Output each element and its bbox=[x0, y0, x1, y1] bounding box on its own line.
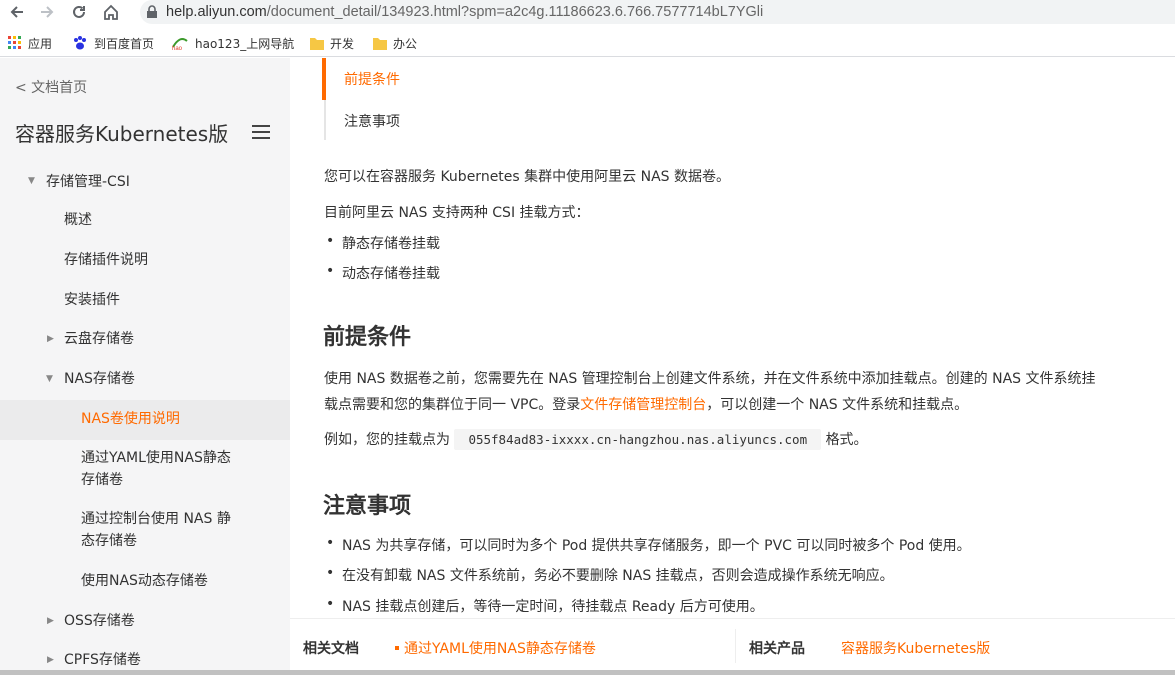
baidu-paw-icon bbox=[74, 36, 86, 50]
url-path: /document_detail/134923.html?spm=a2c4g.1… bbox=[266, 4, 764, 20]
sidebar-item-nas-usage[interactable]: NAS卷使用说明 bbox=[81, 408, 180, 430]
related-docs-label: 相关文档 bbox=[303, 641, 359, 657]
list-item-text: NAS 为共享存储，可以同时为多个 Pod 提供共享存储服务，即一个 PVC 可… bbox=[342, 538, 971, 554]
sidebar-item-label: 通过控制台使用 NAS 静 bbox=[81, 511, 231, 527]
list-item: 静态存储卷挂载 bbox=[326, 233, 440, 253]
sidebar-item-label: 通过YAML使用NAS静态 bbox=[81, 450, 231, 466]
sidebar-item-nas-dynamic[interactable]: 使用NAS动态存储卷 bbox=[81, 570, 208, 592]
list-item-text: 动态存储卷挂载 bbox=[342, 266, 440, 282]
intro-paragraph: 您可以在容器服务 Kubernetes 集群中使用阿里云 NAS 数据卷。 bbox=[324, 169, 730, 185]
folder-icon bbox=[310, 37, 324, 50]
back-button[interactable] bbox=[6, 1, 28, 23]
list-item: 动态存储卷挂载 bbox=[326, 263, 440, 283]
prereq-text: 载点需要和您的集群位于同一 VPC。登录 bbox=[324, 397, 581, 413]
bookmark-label: 到百度首页 bbox=[94, 36, 155, 51]
horizontal-scrollbar[interactable] bbox=[0, 670, 1175, 675]
hamburger-menu-icon[interactable] bbox=[252, 125, 270, 139]
chevron-right-icon[interactable]: ▶ bbox=[47, 655, 54, 665]
bookmark-label: 应用 bbox=[28, 36, 53, 51]
home-button[interactable] bbox=[100, 1, 122, 23]
chevron-down-icon[interactable]: ▼ bbox=[46, 374, 53, 384]
section-heading-notes: 注意事项 bbox=[323, 494, 412, 519]
related-footer: 相关文档 通过YAML使用NAS静态存储卷 相关产品 容器服务Kubernete… bbox=[290, 618, 1175, 670]
bookmark-hao123[interactable]: hao hao123_上网导航 bbox=[171, 33, 294, 53]
mount-point-code: 055f84ad83-ixxxx.cn-hangzhou.nas.aliyunc… bbox=[454, 429, 822, 450]
toc-item-prereq[interactable]: 前提条件 bbox=[344, 69, 400, 89]
arrow-left-icon bbox=[10, 6, 23, 18]
chevron-down-icon[interactable]: ▼ bbox=[28, 176, 35, 186]
chevron-right-icon[interactable]: ▶ bbox=[47, 334, 54, 344]
sidebar-title: 容器服务Kubernetes版 bbox=[15, 122, 229, 146]
forward-button[interactable] bbox=[36, 1, 58, 23]
sidebar-item-install-plugin[interactable]: 安装插件 bbox=[64, 289, 120, 311]
bookmark-label: hao123_上网导航 bbox=[195, 36, 295, 51]
url-text: help.aliyun.com/document_detail/134923.h… bbox=[166, 4, 763, 20]
reload-icon bbox=[73, 5, 85, 18]
url-host: help.aliyun.com bbox=[166, 4, 267, 20]
list-item-text: 在没有卸载 NAS 文件系统前，务必不要删除 NAS 挂载点，否则会造成操作系统… bbox=[342, 568, 894, 584]
bookmarks-bar: 应用 到百度首页 hao hao123_上网导航 开发 办公 bbox=[0, 30, 1175, 57]
list-item: NAS 为共享存储，可以同时为多个 Pod 提供共享存储服务，即一个 PVC 可… bbox=[326, 535, 971, 555]
bookmark-label: 开发 bbox=[330, 36, 355, 51]
svg-text:hao: hao bbox=[172, 46, 183, 51]
lock-icon bbox=[147, 5, 157, 18]
sidebar-item-nas-volume[interactable]: NAS存储卷 bbox=[64, 368, 135, 390]
address-bar[interactable]: help.aliyun.com/document_detail/134923.h… bbox=[140, 0, 1175, 24]
list-item-text: 静态存储卷挂载 bbox=[342, 236, 440, 252]
back-to-docs-link[interactable]: < 文档首页 bbox=[15, 77, 87, 97]
browser-toolbar: help.aliyun.com/document_detail/134923.h… bbox=[0, 0, 1175, 26]
sidebar-item-label: 存储卷 bbox=[81, 472, 123, 488]
sidebar-item-yaml-static[interactable]: 通过YAML使用NAS静态 存储卷 bbox=[81, 447, 231, 491]
sidebar-item-overview[interactable]: 概述 bbox=[64, 209, 92, 231]
nas-console-link[interactable]: 文件存储管理控制台 bbox=[580, 397, 706, 413]
related-products-label: 相关产品 bbox=[749, 641, 805, 657]
doc-sidebar: < 文档首页 容器服务Kubernetes版 ▼ 存储管理-CSI 概述 存储插… bbox=[0, 58, 290, 670]
sidebar-item-label: 态存储卷 bbox=[81, 533, 137, 549]
sidebar-item-csi[interactable]: 存储管理-CSI bbox=[46, 171, 130, 193]
bookmark-folder-office[interactable]: 办公 bbox=[373, 33, 417, 53]
toc-item-notes[interactable]: 注意事项 bbox=[344, 111, 400, 131]
example-text: 格式。 bbox=[825, 432, 868, 448]
example-text: 例如，您的挂载点为 bbox=[324, 432, 450, 448]
sidebar-item-oss-volume[interactable]: OSS存储卷 bbox=[64, 610, 135, 632]
section-heading-prereq: 前提条件 bbox=[323, 325, 412, 350]
bullet-square-icon bbox=[395, 646, 399, 650]
toc-divider bbox=[324, 100, 326, 140]
prereq-paragraph-line1: 使用 NAS 数据卷之前，您需要先在 NAS 管理控制台上创建文件系统，并在文件… bbox=[324, 371, 1096, 387]
reload-button[interactable] bbox=[68, 1, 90, 23]
arrow-right-icon bbox=[41, 6, 54, 18]
list-item: NAS 挂载点创建后，等待一定时间，待挂载点 Ready 后方可使用。 bbox=[326, 596, 764, 616]
list-item-text: NAS 挂载点创建后，等待一定时间，待挂载点 Ready 后方可使用。 bbox=[342, 599, 764, 615]
sidebar-item-disk-volume[interactable]: 云盘存储卷 bbox=[64, 328, 134, 350]
sidebar-item-console-static[interactable]: 通过控制台使用 NAS 静 态存储卷 bbox=[81, 508, 231, 552]
related-doc-link[interactable]: 通过YAML使用NAS静态存储卷 bbox=[404, 638, 596, 658]
related-product-link[interactable]: 容器服务Kubernetes版 bbox=[841, 638, 990, 658]
prereq-paragraph-line2: 载点需要和您的集群位于同一 VPC。登录文件存储管理控制台，可以创建一个 NAS… bbox=[324, 394, 968, 414]
bookmark-label: 办公 bbox=[393, 36, 418, 51]
doc-content: 前提条件 注意事项 您可以在容器服务 Kubernetes 集群中使用阿里云 N… bbox=[290, 58, 1175, 670]
sidebar-item-plugin-intro[interactable]: 存储插件说明 bbox=[64, 249, 148, 271]
bookmark-apps[interactable]: 应用 bbox=[8, 33, 52, 53]
bookmark-folder-dev[interactable]: 开发 bbox=[310, 33, 354, 53]
apps-grid-icon bbox=[8, 36, 21, 49]
footer-divider bbox=[735, 629, 736, 663]
toc-active-indicator bbox=[322, 58, 326, 100]
sidebar-item-cpfs-volume[interactable]: CPFS存储卷 bbox=[64, 649, 141, 670]
prereq-text: ，可以创建一个 NAS 文件系统和挂载点。 bbox=[706, 397, 969, 413]
folder-icon bbox=[373, 37, 387, 50]
modes-intro: 目前阿里云 NAS 支持两种 CSI 挂载方式： bbox=[324, 205, 590, 221]
example-paragraph: 例如，您的挂载点为 055f84ad83-ixxxx.cn-hangzhou.n… bbox=[324, 429, 868, 450]
bookmark-baidu[interactable]: 到百度首页 bbox=[72, 33, 154, 53]
chevron-right-icon[interactable]: ▶ bbox=[47, 616, 54, 626]
home-icon bbox=[104, 4, 118, 20]
list-item: 在没有卸载 NAS 文件系统前，务必不要删除 NAS 挂载点，否则会造成操作系统… bbox=[326, 565, 894, 585]
hao123-icon: hao bbox=[172, 38, 188, 51]
